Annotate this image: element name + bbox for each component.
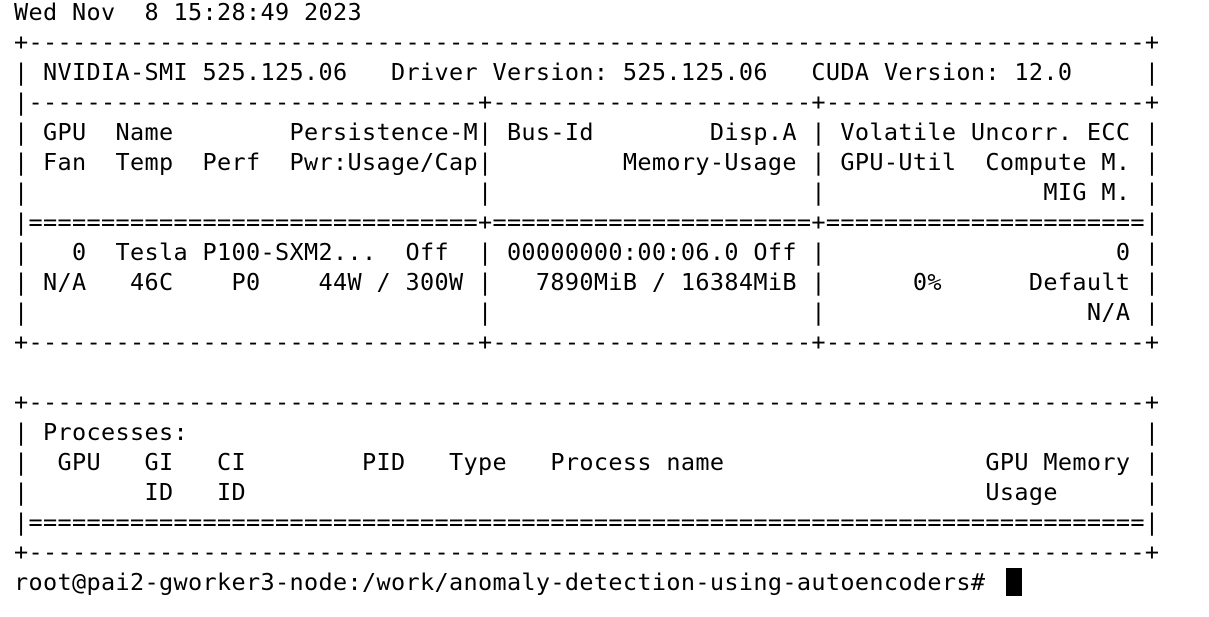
shell-prompt: root@pai2-gworker3-node:/work/anomaly-de… [14,568,1000,596]
terminal-window[interactable]: Wed Nov 8 15:28:49 2023 +---------------… [0,0,1209,617]
output-line-timestamp: Wed Nov 8 15:28:49 2023 [14,0,362,26]
output-line-divider: |-------------------------------+-------… [14,88,1160,116]
output-line-processes-border-bottom: +---------------------------------------… [14,538,1160,566]
output-line-processes-title: | Processes: | [14,418,1160,446]
output-line-blank [14,357,1209,387]
output-line-border-top: +---------------------------------------… [14,28,1160,56]
output-line-gpu-header-1: | GPU Name Persistence-M| Bus-Id Disp.A … [14,118,1160,146]
command-prompt-line[interactable]: root@pai2-gworker3-node:/work/anomaly-de… [14,567,1209,597]
output-line-gpu-border-bottom: +-------------------------------+-------… [14,328,1160,356]
output-line-version-header: | NVIDIA-SMI 525.125.06 Driver Version: … [14,58,1160,86]
output-line-processes-header-2: | ID ID Usage | [14,478,1160,506]
output-line-gpu-row-2: | N/A 46C P0 44W / 300W | 7890MiB / 1638… [14,268,1160,296]
text-cursor [1005,568,1022,596]
output-line-processes-rule: |=======================================… [14,508,1160,536]
output-line-gpu-header-2: | Fan Temp Perf Pwr:Usage/Cap| Memory-Us… [14,148,1160,176]
output-line-processes-border-top: +---------------------------------------… [14,388,1160,416]
output-line-gpu-header-3: | | | MIG M. | [14,178,1160,206]
output-line-gpu-row-1: | 0 Tesla P100-SXM2... Off | 00000000:00… [14,238,1160,266]
output-line-header-rule: |===============================+=======… [14,208,1160,236]
output-line-processes-header-1: | GPU GI CI PID Type Process name GPU Me… [14,448,1160,476]
output-line-gpu-row-3: | | | N/A | [14,298,1160,326]
